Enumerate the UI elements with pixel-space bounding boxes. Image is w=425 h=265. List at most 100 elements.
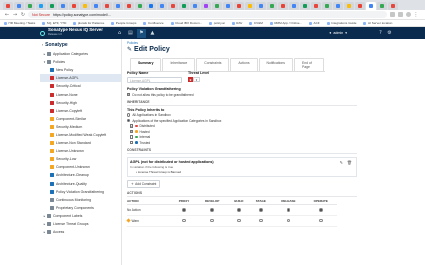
user-menu[interactable]: ● admin ▾ bbox=[329, 31, 349, 35]
edit-icon[interactable]: ✎ bbox=[340, 160, 343, 165]
category-option[interactable]: ✓ Distributed bbox=[130, 124, 357, 128]
sidebar-item[interactable]: ▸ Application Categories bbox=[40, 50, 121, 58]
sidebar-title[interactable]: ‹ Sonatype bbox=[40, 39, 121, 50]
back-icon[interactable]: ← bbox=[4, 12, 10, 18]
breadcrumb[interactable]: Policies bbox=[127, 41, 425, 45]
bookmark-item[interactable]: policy.ai bbox=[209, 21, 225, 25]
tab-summary[interactable]: Summary bbox=[130, 58, 162, 71]
threat-level-select[interactable]: ▾ bbox=[193, 77, 200, 82]
sidebar-item[interactable]: License-Copyleft bbox=[40, 107, 121, 115]
bookmark-item[interactable]: ACF bbox=[309, 21, 320, 25]
action-radio[interactable] bbox=[210, 218, 215, 223]
action-radio[interactable] bbox=[182, 218, 186, 223]
sidebar-item[interactable]: Continuous Monitoring bbox=[40, 196, 121, 204]
reports-icon[interactable]: ▤ bbox=[126, 29, 135, 38]
bookmark-item[interactable]: HR Meeting / Tasks bbox=[4, 21, 35, 25]
browser-tab[interactable] bbox=[113, 2, 123, 10]
browser-tab[interactable] bbox=[25, 2, 35, 10]
browser-tab[interactable] bbox=[289, 2, 299, 10]
browser-tab[interactable] bbox=[190, 2, 200, 10]
browser-tab[interactable] bbox=[300, 2, 310, 10]
sidebar-item[interactable]: Component-Unknown bbox=[40, 163, 121, 171]
browser-tab[interactable] bbox=[157, 2, 167, 10]
bookmark-item[interactable]: Cloud IBX Docum... bbox=[170, 21, 202, 25]
browser-tab[interactable] bbox=[311, 2, 321, 10]
sidebar-item[interactable]: License-Non Standard bbox=[40, 139, 121, 147]
inherit-option[interactable]: Applications of the specified Applicatio… bbox=[127, 119, 357, 123]
category-checkbox[interactable]: ✓ bbox=[130, 129, 134, 134]
address-bar[interactable]: Not Secure https://policy.sonatype.com/m… bbox=[28, 11, 387, 18]
sidebar-item[interactable]: ▾ Policies bbox=[40, 58, 121, 66]
browser-tab[interactable] bbox=[146, 2, 156, 10]
forward-icon[interactable]: → bbox=[12, 12, 18, 18]
sidebar-item[interactable]: License-None bbox=[40, 90, 121, 98]
action-radio[interactable] bbox=[258, 208, 263, 212]
firewall-icon[interactable]: ▲ bbox=[148, 29, 157, 38]
browser-tab[interactable] bbox=[388, 2, 398, 10]
extension-icon[interactable] bbox=[390, 12, 395, 17]
help-icon[interactable]: ? bbox=[377, 29, 384, 38]
browser-menu-icon[interactable]: ⋮ bbox=[413, 12, 419, 18]
sidebar-item[interactable]: New Policy bbox=[40, 66, 121, 74]
action-radio[interactable] bbox=[318, 208, 323, 212]
radio-button[interactable] bbox=[127, 118, 131, 123]
browser-tab[interactable] bbox=[102, 2, 112, 10]
action-radio[interactable] bbox=[237, 218, 241, 223]
sidebar-item[interactable]: License-Unknown bbox=[40, 147, 121, 155]
action-radio[interactable] bbox=[182, 208, 186, 212]
extension-icon[interactable] bbox=[398, 12, 403, 17]
bookmark-item[interactable]: CV&M bbox=[249, 21, 263, 25]
sidebar-item[interactable]: License-Modified Weak Copyleft bbox=[40, 131, 121, 139]
reload-icon[interactable]: ↻ bbox=[20, 12, 26, 18]
category-option[interactable]: ✓ Hosted bbox=[130, 129, 357, 134]
browser-tab[interactable] bbox=[212, 2, 222, 10]
tab-inheritance[interactable]: Inheritance bbox=[162, 58, 196, 71]
sidebar-item[interactable]: Security-Critical bbox=[40, 82, 121, 90]
sidebar-item[interactable]: Security-Medium bbox=[40, 123, 121, 131]
category-option[interactable]: Internal bbox=[130, 135, 357, 139]
browser-tab[interactable] bbox=[278, 2, 288, 10]
browser-tab[interactable] bbox=[256, 2, 266, 10]
action-radio[interactable] bbox=[286, 218, 291, 223]
policy-name-input[interactable]: License-AGPL bbox=[127, 77, 182, 83]
sidebar-item[interactable]: Security-High bbox=[40, 99, 121, 107]
inherit-option[interactable]: All Applications in Sandbox bbox=[127, 113, 357, 117]
browser-tab[interactable] bbox=[91, 2, 101, 10]
sidebar-item[interactable]: Policy Violation Grandfathering bbox=[40, 188, 121, 196]
sidebar-item[interactable]: Proprietary Components bbox=[40, 204, 121, 212]
browser-tab[interactable] bbox=[344, 2, 354, 10]
settings-icon[interactable]: ⚙ bbox=[386, 29, 393, 38]
action-radio[interactable] bbox=[286, 208, 291, 212]
sidebar-item[interactable]: Architecture-Cleanup bbox=[40, 171, 121, 179]
browser-tab[interactable] bbox=[234, 2, 244, 10]
add-constraint-button[interactable]: + Add Constraint bbox=[127, 179, 161, 188]
browser-tab[interactable] bbox=[377, 2, 387, 10]
sidebar-item[interactable]: Security-Low bbox=[40, 155, 121, 163]
category-checkbox[interactable] bbox=[130, 140, 134, 145]
profile-icon[interactable] bbox=[406, 12, 411, 17]
browser-tab[interactable] bbox=[14, 2, 24, 10]
tab-actions[interactable]: Actions bbox=[230, 58, 258, 71]
tab-notifications[interactable]: Notifications bbox=[258, 58, 293, 71]
bookmark-item[interactable]: RAV bbox=[231, 21, 242, 25]
bookmark-item[interactable]: Integrations Guide bbox=[326, 21, 356, 25]
browser-tab[interactable] bbox=[58, 2, 68, 10]
grandfathering-checkbox[interactable]: ✓ bbox=[127, 92, 131, 97]
bookmark-item[interactable]: SQ, ETF, YTD bbox=[42, 21, 66, 25]
sidebar-item[interactable]: License-AGPL bbox=[40, 74, 121, 83]
browser-tab[interactable] bbox=[36, 2, 46, 10]
action-radio[interactable] bbox=[318, 218, 323, 223]
sidebar-item[interactable]: ▸ Component Labels bbox=[40, 212, 121, 220]
browser-tab[interactable] bbox=[267, 2, 277, 10]
sidebar-item[interactable]: Architecture-Quality bbox=[40, 180, 121, 188]
category-checkbox[interactable] bbox=[130, 135, 134, 139]
browser-tab[interactable] bbox=[47, 2, 57, 10]
browser-tab[interactable] bbox=[201, 2, 211, 10]
browser-tab[interactable] bbox=[124, 2, 134, 10]
policy-icon[interactable]: ⚑ bbox=[136, 28, 146, 38]
action-radio[interactable] bbox=[210, 208, 215, 212]
category-checkbox[interactable]: ✓ bbox=[130, 124, 134, 128]
browser-tab[interactable] bbox=[355, 2, 365, 10]
browser-tab[interactable] bbox=[80, 2, 90, 10]
sidebar-item[interactable]: ▸ Access bbox=[40, 228, 121, 236]
